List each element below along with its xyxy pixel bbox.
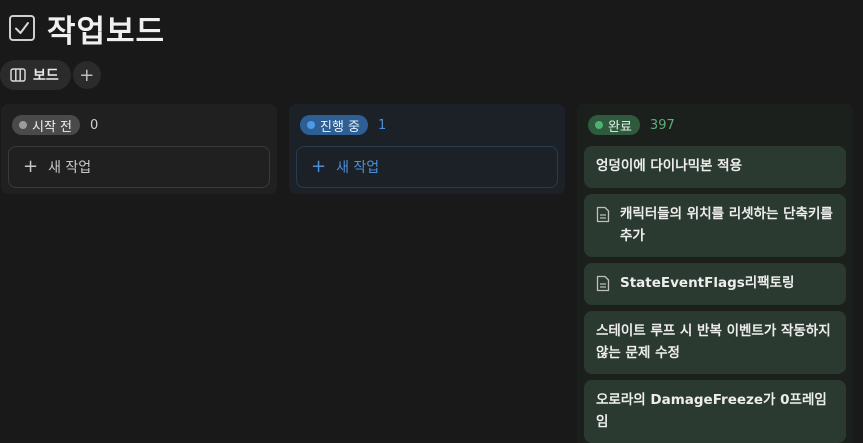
- column-done: 완료 397 엉덩이에 다이나믹본 적용 캐릭터들의 위치를 리셋하는 단축키를…: [577, 104, 853, 443]
- view-tabs: 보드 +: [0, 59, 101, 91]
- new-task-button[interactable]: + 새 작업: [296, 146, 558, 188]
- status-dot-icon: [19, 121, 27, 129]
- document-icon: [596, 275, 610, 292]
- status-badge[interactable]: 진행 중: [300, 115, 369, 135]
- document-icon: [596, 206, 610, 223]
- column-header: 진행 중 1: [300, 115, 386, 135]
- page-title: 작업보드: [47, 13, 166, 50]
- column-count: 397: [649, 117, 675, 133]
- page-header: 작업보드: [9, 8, 166, 50]
- status-badge[interactable]: 완료: [588, 115, 640, 135]
- status-label: 진행 중: [320, 119, 361, 135]
- task-card-title: 캐릭터들의 위치를 리셋하는 단축키를 추가: [620, 206, 833, 244]
- column-count: 1: [378, 117, 387, 133]
- column-in-progress: 진행 중 1 + 새 작업: [289, 104, 565, 194]
- task-card[interactable]: 엉덩이에 다이나믹본 적용: [584, 146, 846, 188]
- tab-board-label: 보드: [33, 68, 59, 84]
- board-columns-icon: [10, 68, 26, 82]
- new-task-label: 새 작업: [336, 160, 380, 176]
- task-card[interactable]: 캐릭터들의 위치를 리셋하는 단축키를 추가: [584, 194, 846, 257]
- add-view-button[interactable]: +: [72, 61, 101, 89]
- tab-board-view[interactable]: 보드: [0, 60, 71, 90]
- plus-icon: +: [23, 156, 39, 177]
- column-count: 0: [90, 117, 99, 133]
- task-card-title: 스테이트 루프 시 반복 이벤트가 작동하지 않는 문제 수정: [596, 323, 831, 361]
- status-dot-icon: [307, 121, 315, 129]
- status-dot-icon: [595, 121, 603, 129]
- status-label: 시작 전: [32, 119, 73, 135]
- new-task-button[interactable]: + 새 작업: [8, 146, 270, 188]
- plus-icon: +: [311, 156, 327, 177]
- task-card-title: 엉덩이에 다이나믹본 적용: [596, 158, 743, 174]
- column-not-started: 시작 전 0 + 새 작업: [1, 104, 277, 194]
- task-card[interactable]: StateEventFlags리팩토링: [584, 263, 846, 305]
- column-header: 시작 전 0: [12, 115, 98, 135]
- checkbox-icon: [9, 15, 35, 41]
- task-card-title: 오로라의 DamageFreeze가 0프레임임: [596, 392, 827, 430]
- task-card-title: StateEventFlags리팩토링: [620, 275, 795, 291]
- status-label: 완료: [608, 119, 632, 135]
- column-header: 완료 397: [588, 115, 675, 135]
- status-badge[interactable]: 시작 전: [12, 115, 81, 135]
- task-card[interactable]: 오로라의 DamageFreeze가 0프레임임: [584, 380, 846, 443]
- task-card[interactable]: 스테이트 루프 시 반복 이벤트가 작동하지 않는 문제 수정: [584, 311, 846, 374]
- new-task-label: 새 작업: [48, 160, 92, 176]
